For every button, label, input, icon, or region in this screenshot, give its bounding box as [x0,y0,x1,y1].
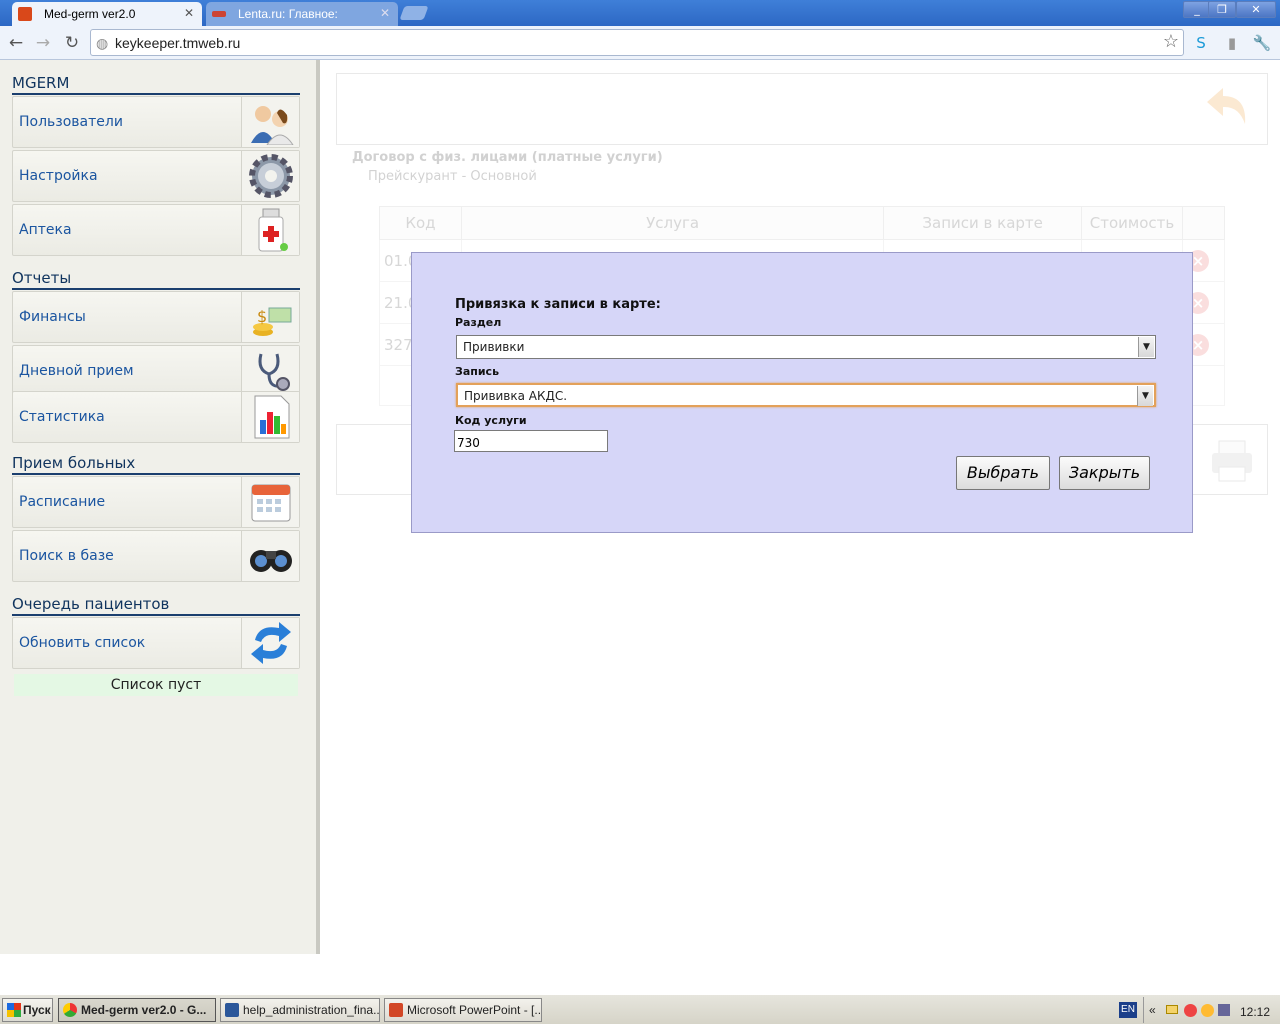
powerpoint-icon [389,1003,403,1017]
sidebar-item-settings[interactable]: Настройка [12,150,300,202]
refresh-icon [241,618,299,668]
close-button[interactable]: Закрыть [1059,456,1150,490]
skype-icon[interactable]: S [1191,33,1211,53]
tray-expand-icon[interactable]: « [1149,1003,1156,1017]
close-window-button[interactable]: ✕ [1236,1,1276,18]
sidebar-item-label: Статистика [19,409,105,425]
task-word[interactable]: help_administration_fina... [220,998,380,1022]
svg-text:$: $ [257,307,267,326]
globe-icon: ◍ [96,35,109,51]
binoculars-icon [241,531,299,581]
task-label: help_administration_fina... [243,1003,380,1017]
stethoscope-icon [241,346,299,396]
select-button[interactable]: Выбрать [956,456,1050,490]
sidebar-item-refresh-list[interactable]: Обновить список [12,617,300,669]
link-record-dialog: Привязка к записи в карте: Раздел Привив… [411,252,1193,533]
lenta-favicon-icon [212,11,226,17]
sidebar-item-users[interactable]: Пользователи [12,96,300,148]
page-bottom-area [0,954,1280,994]
section-title-patient-reception: Прием больных [12,454,300,475]
sidebar-item-label: Аптека [19,222,72,238]
start-label: Пуск [23,1003,51,1017]
close-tab-icon[interactable]: ✕ [380,6,390,20]
chevron-down-icon[interactable]: ▼ [1137,386,1153,406]
clock: 12:12 [1239,1005,1270,1019]
sidebar-item-label: Поиск в базе [19,548,114,564]
sidebar-item-schedule[interactable]: Расписание [12,476,300,528]
section-select-value: Прививки [463,340,525,354]
tab-lenta[interactable]: Lenta.ru: Главное: ✕ [206,2,398,26]
tab-title: Lenta.ru: Главное: [238,7,338,21]
forward-button[interactable]: → [32,32,54,54]
money-icon: $ [241,292,299,342]
sidebar-item-label: Расписание [19,494,106,510]
gear-icon [241,151,299,201]
sidebar-item-finance[interactable]: Финансы $ [12,291,300,343]
pharmacy-icon [241,205,299,255]
language-indicator[interactable]: EN [1119,1002,1137,1018]
signal-bars-icon[interactable]: ▮ [1222,33,1242,53]
sidebar-item-statistics[interactable]: Статистика [12,391,300,443]
wrench-icon[interactable]: 🔧 [1252,33,1272,53]
reload-button[interactable]: ↻ [61,32,83,54]
minimize-window-button[interactable]: _ [1183,1,1211,18]
section-select[interactable]: Прививки ▼ [456,335,1156,359]
calendar-icon [241,477,299,527]
dialog-title: Привязка к записи в карте: [455,297,661,312]
word-icon [225,1003,239,1017]
address-text: keykeeper.tmweb.ru [115,35,241,51]
queue-status: Список пуст [14,674,298,696]
new-tab-button[interactable] [399,6,429,20]
taskbar: Пуск Med-germ ver2.0 - G... help_adminis… [0,994,1280,1024]
sidebar-item-label: Обновить список [19,635,146,651]
volume-icon[interactable] [1218,1004,1230,1016]
sidebar: MGERM Пользователи Настройка Аптека Отче… [0,60,320,954]
service-code-input[interactable] [454,430,608,452]
address-bar[interactable]: ◍ keykeeper.tmweb.ru ☆ [90,29,1184,56]
task-chrome[interactable]: Med-germ ver2.0 - G... [58,998,216,1022]
back-button[interactable]: ← [5,32,27,54]
chrome-icon [63,1003,77,1017]
windows-logo-icon [7,1003,21,1017]
chevron-down-icon[interactable]: ▼ [1138,337,1154,357]
maximize-window-button[interactable]: ❐ [1208,1,1236,18]
tab-med-germ[interactable]: Med-germ ver2.0 ✕ [12,2,202,26]
sidebar-item-day-reception[interactable]: Дневной прием [12,345,300,397]
mail-icon[interactable] [1166,1005,1178,1014]
record-select-value: Прививка АКДС. [464,389,568,403]
task-label: Med-germ ver2.0 - G... [81,1003,207,1017]
shield-icon[interactable] [1201,1004,1214,1017]
task-label: Microsoft PowerPoint - [... [407,1003,542,1017]
tab-title: Med-germ ver2.0 [44,7,136,21]
service-code-label: Код услуги [455,414,527,427]
section-title-mgerm: MGERM [12,74,300,95]
start-button[interactable]: Пуск [2,998,53,1022]
close-tab-icon[interactable]: ✕ [184,6,194,20]
task-powerpoint[interactable]: Microsoft PowerPoint - [... [384,998,542,1022]
section-label: Раздел [455,316,502,329]
antivirus-icon[interactable] [1184,1004,1197,1017]
record-label: Запись [455,365,500,378]
bar-chart-icon [241,392,299,442]
sidebar-item-pharmacy[interactable]: Аптека [12,204,300,256]
sidebar-item-label: Пользователи [19,114,123,130]
sidebar-item-label: Дневной прием [19,363,134,379]
bookmark-star-icon[interactable]: ☆ [1163,31,1179,52]
med-germ-favicon-icon [18,7,32,21]
sidebar-item-label: Финансы [19,309,86,325]
browser-titlebar: Med-germ ver2.0 ✕ Lenta.ru: Главное: ✕ _… [0,0,1280,26]
section-title-reports: Отчеты [12,269,300,290]
sidebar-item-label: Настройка [19,168,98,184]
section-title-patient-queue: Очередь пациентов [12,595,300,616]
sidebar-item-database-search[interactable]: Поиск в базе [12,530,300,582]
browser-toolbar: ← → ↻ ◍ keykeeper.tmweb.ru ☆ S ▮ 🔧 [0,26,1280,60]
record-select[interactable]: Прививка АКДС. ▼ [456,383,1156,407]
users-icon [241,97,299,147]
system-tray: « 12:12 [1143,997,1280,1023]
